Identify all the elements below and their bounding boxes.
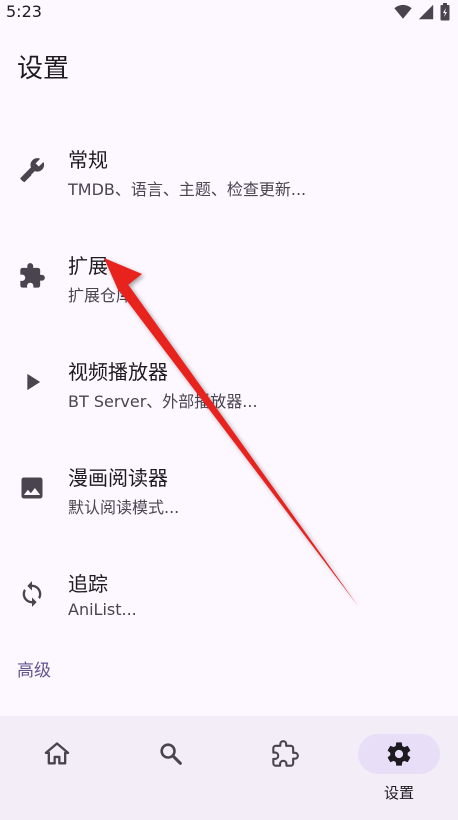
- nav-pill-active: [358, 734, 440, 774]
- nav-item-search[interactable]: [114, 716, 228, 820]
- nav-pill: [16, 734, 98, 774]
- settings-item-manga-reader[interactable]: 漫画阅读器 默认阅读模式...: [0, 440, 458, 536]
- nav-label-settings: 设置: [383, 784, 414, 802]
- settings-item-title: 追踪: [68, 572, 108, 596]
- wifi-icon: [394, 4, 412, 19]
- settings-item-subtitle: 扩展仓库: [68, 286, 133, 305]
- settings-item-subtitle: BT Server、外部播放器...: [68, 392, 258, 411]
- gear-icon: [387, 742, 411, 766]
- status-bar: 5:23: [0, 0, 458, 26]
- search-icon: [160, 743, 182, 765]
- puzzle-icon: [16, 260, 48, 292]
- tools-icon: [16, 154, 48, 186]
- settings-item-subtitle: TMDB、语言、主题、检查更新...: [68, 180, 307, 199]
- settings-item-title: 视频播放器: [68, 360, 168, 384]
- settings-item-extensions[interactable]: 扩展 扩展仓库: [0, 228, 458, 324]
- sync-icon: [16, 578, 48, 610]
- settings-item-title: 常规: [68, 148, 108, 172]
- nav-item-settings[interactable]: 设置: [342, 716, 456, 820]
- home-icon: [44, 742, 70, 765]
- nav-item-extensions[interactable]: [228, 716, 342, 820]
- battery-icon: [440, 3, 450, 21]
- nav-pill: [130, 734, 212, 774]
- settings-item-subtitle: 默认阅读模式...: [68, 498, 180, 517]
- settings-item-video-player[interactable]: 视频播放器 BT Server、外部播放器...: [0, 334, 458, 430]
- image-icon: [16, 472, 48, 504]
- bottom-nav: 设置: [0, 716, 458, 820]
- settings-item-general[interactable]: 常规 TMDB、语言、主题、检查更新...: [0, 122, 458, 218]
- status-time: 5:23: [6, 2, 42, 21]
- section-header-advanced[interactable]: 高级: [17, 656, 51, 681]
- settings-item-title: 漫画阅读器: [68, 466, 168, 490]
- signal-icon: [418, 4, 434, 20]
- nav-item-home[interactable]: [0, 716, 114, 820]
- page-title: 设置: [17, 54, 70, 84]
- settings-item-title: 扩展: [68, 254, 108, 278]
- settings-item-tracking[interactable]: 追踪 AniList...: [0, 546, 458, 642]
- settings-item-subtitle: AniList...: [68, 600, 137, 619]
- settings-screen: 5:23 设置 常规 TMDB、语言、主题、检查更新... 扩展 扩展仓库 视频…: [0, 0, 458, 820]
- extension-icon: [272, 740, 299, 767]
- play-icon: [16, 366, 48, 398]
- status-icons: [394, 3, 450, 21]
- nav-pill: [244, 734, 326, 774]
